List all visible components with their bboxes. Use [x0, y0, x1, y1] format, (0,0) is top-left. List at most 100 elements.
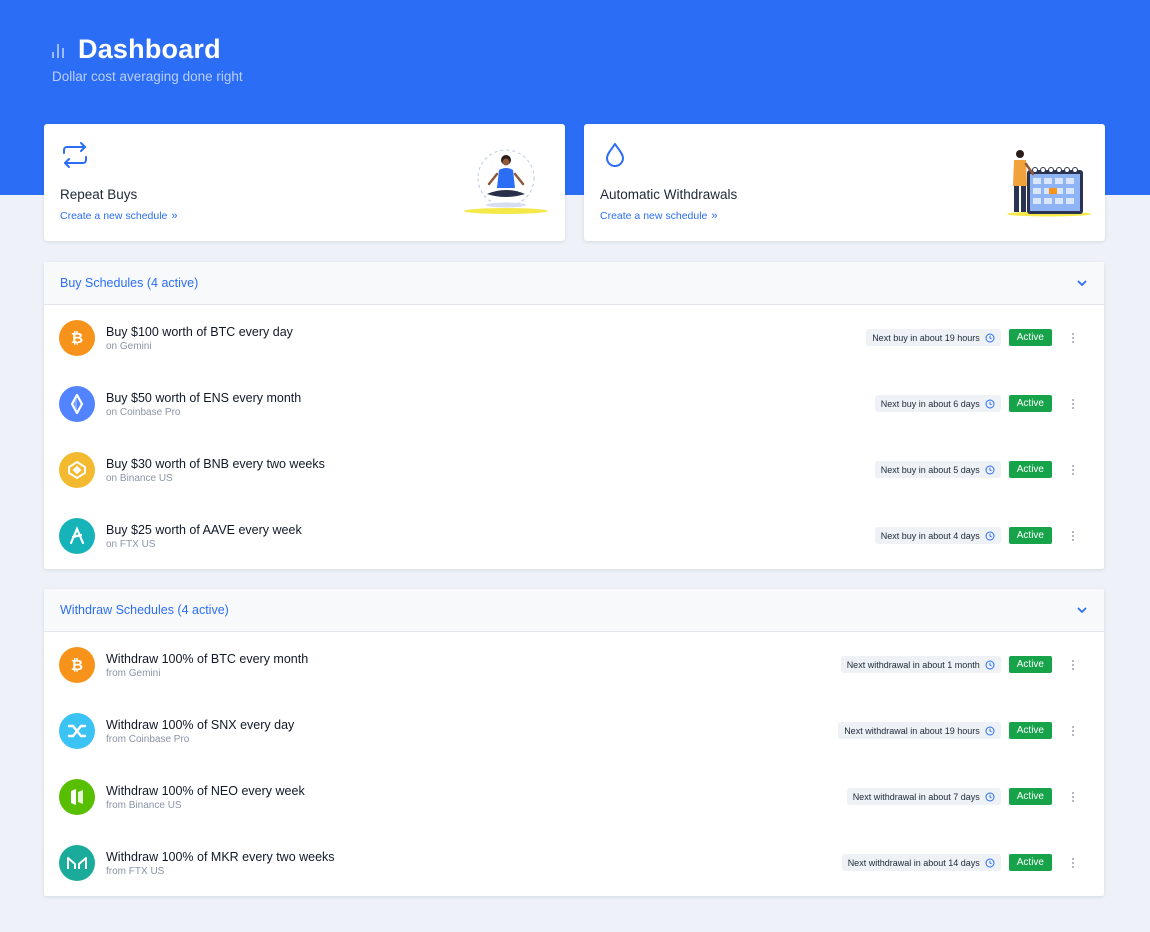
next-run-pill: Next withdrawal in about 7 days — [846, 788, 1001, 805]
status-badge: Active — [1008, 656, 1052, 673]
next-run-text: Next withdrawal in about 14 days — [847, 857, 980, 868]
schedule-exchange: on FTX US — [106, 539, 156, 550]
next-run-pill: Next withdrawal in about 19 hours — [838, 722, 1001, 739]
more-options-icon[interactable] — [1066, 856, 1080, 870]
row-actions: Next buy in about 6 days Active — [874, 395, 1080, 412]
repeat-icon — [63, 142, 87, 168]
clock-icon — [985, 726, 995, 735]
schedule-title: Buy $30 worth of BNB every two weeks — [106, 457, 325, 471]
buy-schedules-header[interactable]: Buy Schedules (4 active) — [44, 262, 1104, 305]
schedule-title: Buy $100 worth of BTC every day — [106, 325, 293, 339]
row-actions: Next buy in about 4 days Active — [874, 527, 1080, 544]
schedule-exchange: from Coinbase Pro — [106, 734, 190, 745]
next-run-text: Next buy in about 4 days — [880, 530, 980, 541]
row-actions: Next withdrawal in about 1 month Active — [840, 656, 1080, 673]
next-run-text: Next withdrawal in about 19 hours — [844, 725, 980, 736]
double-chevron-right-icon: » — [711, 210, 718, 222]
next-run-pill: Next buy in about 19 hours — [866, 329, 1001, 346]
svg-text:₿: ₿ — [71, 656, 83, 674]
more-options-icon[interactable] — [1066, 397, 1080, 411]
next-run-text: Next buy in about 5 days — [880, 464, 980, 475]
bnb-icon — [59, 452, 95, 488]
clock-icon — [985, 465, 995, 474]
create-withdraw-schedule-label: Create a new schedule — [600, 210, 708, 222]
double-chevron-right-icon: » — [171, 210, 178, 222]
automatic-withdrawals-title: Automatic Withdrawals — [600, 187, 738, 202]
buy-schedule-row[interactable]: ₿ Buy $100 worth of BTC every day on Gem… — [44, 305, 1104, 371]
page-title-group: Dashboard — [52, 34, 221, 65]
chevron-down-icon[interactable] — [1076, 277, 1088, 289]
schedule-title: Withdraw 100% of MKR every two weeks — [106, 850, 335, 864]
snx-icon — [59, 713, 95, 749]
buy-schedule-row[interactable]: Buy $25 worth of AAVE every week on FTX … — [44, 503, 1104, 569]
schedule-exchange: on Binance US — [106, 473, 173, 484]
withdraw-schedule-row[interactable]: Withdraw 100% of MKR every two weeks fro… — [44, 830, 1104, 896]
row-actions: Next withdrawal in about 19 hours Active — [838, 722, 1080, 739]
row-actions: Next withdrawal in about 14 days Active — [841, 854, 1080, 871]
repeat-buys-title: Repeat Buys — [60, 187, 138, 202]
withdraw-schedules-title: Withdraw Schedules (4 active) — [60, 603, 229, 617]
buy-schedules-panel: Buy Schedules (4 active) ₿ Buy $100 wort… — [44, 262, 1104, 569]
next-run-text: Next buy in about 19 hours — [872, 332, 980, 343]
next-run-text: Next withdrawal in about 7 days — [852, 791, 980, 802]
buy-schedule-row[interactable]: Buy $50 worth of ENS every month on Coin… — [44, 371, 1104, 437]
automatic-withdrawals-card[interactable]: Automatic Withdrawals Create a new sched… — [584, 124, 1105, 241]
next-run-pill: Next buy in about 5 days — [874, 461, 1001, 478]
schedule-exchange: from FTX US — [106, 866, 165, 877]
clock-icon — [985, 858, 995, 867]
status-badge: Active — [1008, 329, 1052, 346]
status-badge: Active — [1008, 395, 1052, 412]
buy-schedule-row[interactable]: Buy $30 worth of BNB every two weeks on … — [44, 437, 1104, 503]
ens-icon — [59, 386, 95, 422]
status-badge: Active — [1008, 854, 1052, 871]
create-buy-schedule-label: Create a new schedule — [60, 210, 168, 222]
next-run-text: Next buy in about 6 days — [880, 398, 980, 409]
buy-schedules-title: Buy Schedules (4 active) — [60, 276, 199, 290]
clock-icon — [985, 531, 995, 540]
next-run-pill: Next buy in about 6 days — [874, 395, 1001, 412]
drop-icon — [606, 143, 624, 167]
more-options-icon[interactable] — [1066, 658, 1080, 672]
schedule-exchange: from Binance US — [106, 800, 182, 811]
neo-icon — [59, 779, 95, 815]
meditation-illustration — [464, 149, 548, 214]
withdraw-schedule-row[interactable]: Withdraw 100% of NEO every week from Bin… — [44, 764, 1104, 830]
more-options-icon[interactable] — [1066, 463, 1080, 477]
bar-chart-icon — [52, 42, 68, 58]
btc-icon: ₿ — [59, 320, 95, 356]
withdraw-schedules-panel: Withdraw Schedules (4 active) ₿ Withdraw… — [44, 589, 1104, 896]
withdraw-schedule-row[interactable]: Withdraw 100% of SNX every day from Coin… — [44, 698, 1104, 764]
next-run-pill: Next withdrawal in about 1 month — [840, 656, 1001, 673]
more-options-icon[interactable] — [1066, 724, 1080, 738]
clock-icon — [985, 399, 995, 408]
next-run-pill: Next withdrawal in about 14 days — [841, 854, 1001, 871]
svg-text:₿: ₿ — [71, 329, 83, 347]
chevron-down-icon[interactable] — [1076, 604, 1088, 616]
schedule-exchange: on Coinbase Pro — [106, 407, 181, 418]
repeat-buys-card[interactable]: Repeat Buys Create a new schedule » — [44, 124, 565, 241]
next-run-text: Next withdrawal in about 1 month — [846, 659, 980, 670]
create-buy-schedule-link[interactable]: Create a new schedule » — [60, 210, 178, 222]
clock-icon — [985, 660, 995, 669]
page-title: Dashboard — [78, 34, 221, 64]
schedule-title: Buy $50 worth of ENS every month — [106, 391, 302, 405]
row-actions: Next buy in about 19 hours Active — [866, 329, 1080, 346]
mkr-icon — [59, 845, 95, 881]
more-options-icon[interactable] — [1066, 331, 1080, 345]
withdraw-schedules-header[interactable]: Withdraw Schedules (4 active) — [44, 589, 1104, 632]
status-badge: Active — [1008, 722, 1052, 739]
schedule-title: Withdraw 100% of BTC every month — [106, 652, 309, 666]
schedule-title: Withdraw 100% of SNX every day — [106, 718, 295, 732]
aave-icon — [59, 518, 95, 554]
more-options-icon[interactable] — [1066, 790, 1080, 804]
btc-icon: ₿ — [59, 647, 95, 683]
calendar-illustration — [1007, 150, 1091, 217]
status-badge: Active — [1008, 788, 1052, 805]
page-subtitle: Dollar cost averaging done right — [52, 69, 243, 84]
withdraw-schedule-row[interactable]: ₿ Withdraw 100% of BTC every month from … — [44, 632, 1104, 698]
schedule-exchange: from Gemini — [106, 668, 161, 679]
create-withdraw-schedule-link[interactable]: Create a new schedule » — [600, 210, 718, 222]
clock-icon — [985, 792, 995, 801]
more-options-icon[interactable] — [1066, 529, 1080, 543]
schedule-title: Withdraw 100% of NEO every week — [106, 784, 305, 798]
